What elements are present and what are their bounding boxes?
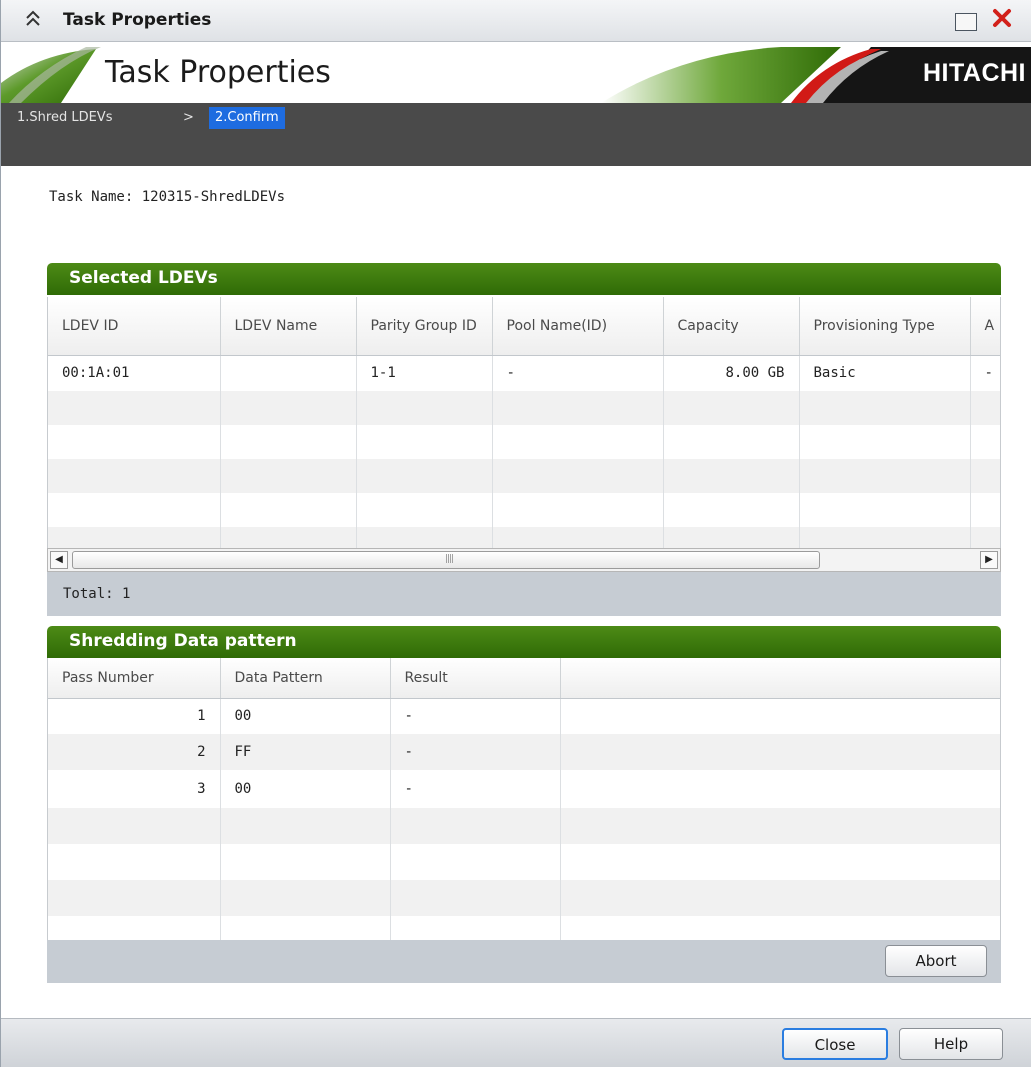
table-row[interactable]: 2 FF - [48,734,1000,770]
column-header[interactable]: LDEV ID [48,297,221,356]
total-bar: Total: 1 [47,572,1001,616]
table-row[interactable]: 1 00 - [48,698,1000,734]
table-cell [220,355,357,391]
horizontal-scrollbar[interactable]: ◀ |||| ▶ [47,548,1001,572]
title-bar: Task Properties [1,0,1031,42]
breadcrumb-separator: > [183,110,194,125]
maximize-icon[interactable] [955,13,977,31]
table-cell: 3 [48,770,221,808]
scroll-right-icon[interactable]: ▶ [980,551,998,569]
table-header-row: LDEV ID LDEV Name Parity Group ID Pool N… [48,297,1000,356]
close-x-icon[interactable] [987,6,1017,36]
column-header[interactable]: Pool Name(ID) [492,297,664,356]
column-header[interactable]: LDEV Name [220,297,357,356]
table-cell: - [390,770,561,808]
table-cell: FF [220,734,391,770]
table-cell: 00:1A:01 [48,355,221,391]
column-header[interactable]: A [970,297,1000,356]
window-title: Task Properties [63,10,212,30]
table-cell: 00 [220,698,391,734]
task-properties-window: Task Properties Task Properties HITACHI … [0,0,1031,1067]
table-row[interactable]: 00:1A:01 1-1 - 8.00 GB Basic - [48,355,1000,391]
shredding-pattern-header: Shredding Data pattern [47,626,1001,658]
table-cell: - [390,734,561,770]
close-button[interactable]: Close [782,1028,888,1060]
table-cell: Basic [799,355,971,391]
table-row[interactable]: 3 00 - [48,770,1000,808]
abort-button[interactable]: Abort [885,945,987,977]
table-cell: 1 [48,698,221,734]
empty-row [48,391,1000,425]
total-count: Total: 1 [63,586,131,602]
scroll-left-icon[interactable]: ◀ [50,551,68,569]
empty-row [48,527,1000,548]
header-banner: Task Properties HITACHI [1,43,1031,103]
shredding-pattern-table: Pass Number Data Pattern Result 1 00 - 2… [48,658,1000,940]
hitachi-logo: HITACHI [922,59,1026,87]
grip-icon: |||| [445,554,454,564]
selected-ldevs-table-container: LDEV ID LDEV Name Parity Group ID Pool N… [47,297,1001,548]
column-header[interactable]: Result [390,658,561,699]
empty-row [48,880,1000,916]
column-header [560,658,1000,699]
table-cell: - [970,355,1000,391]
empty-row [48,493,1000,527]
column-header[interactable]: Capacity [663,297,800,356]
breadcrumb-step-confirm: 2.Confirm [209,107,285,129]
dialog-footer: Close Help [1,1018,1031,1067]
column-header[interactable]: Provisioning Type [799,297,971,356]
table-cell: 00 [220,770,391,808]
breadcrumb-bar [1,103,1031,166]
empty-row [48,808,1000,844]
empty-row [48,844,1000,880]
shredding-action-bar: Abort [47,940,1001,983]
shredding-table-container: Pass Number Data Pattern Result 1 00 - 2… [47,658,1001,940]
banner-title: Task Properties [105,55,331,90]
selected-ldevs-header: Selected LDEVs [47,263,1001,295]
task-name-label: Task Name: 120315-ShredLDEVs [49,189,286,205]
table-cell: 8.00 GB [663,355,800,391]
empty-row [48,459,1000,493]
empty-row [48,916,1000,940]
column-header[interactable]: Pass Number [48,658,221,699]
table-cell: - [390,698,561,734]
double-chevron-up-icon[interactable] [23,10,43,30]
table-header-row: Pass Number Data Pattern Result [48,658,1000,699]
scrollbar-thumb[interactable]: |||| [72,551,820,569]
table-cell: 2 [48,734,221,770]
selected-ldevs-table: LDEV ID LDEV Name Parity Group ID Pool N… [48,297,1000,548]
empty-row [48,425,1000,459]
table-cell: 1-1 [356,355,493,391]
breadcrumb-step-shred-ldevs: 1.Shred LDEVs [17,110,113,125]
column-header[interactable]: Parity Group ID [356,297,493,356]
column-header[interactable]: Data Pattern [220,658,391,699]
table-cell: - [492,355,664,391]
help-button[interactable]: Help [899,1028,1003,1060]
